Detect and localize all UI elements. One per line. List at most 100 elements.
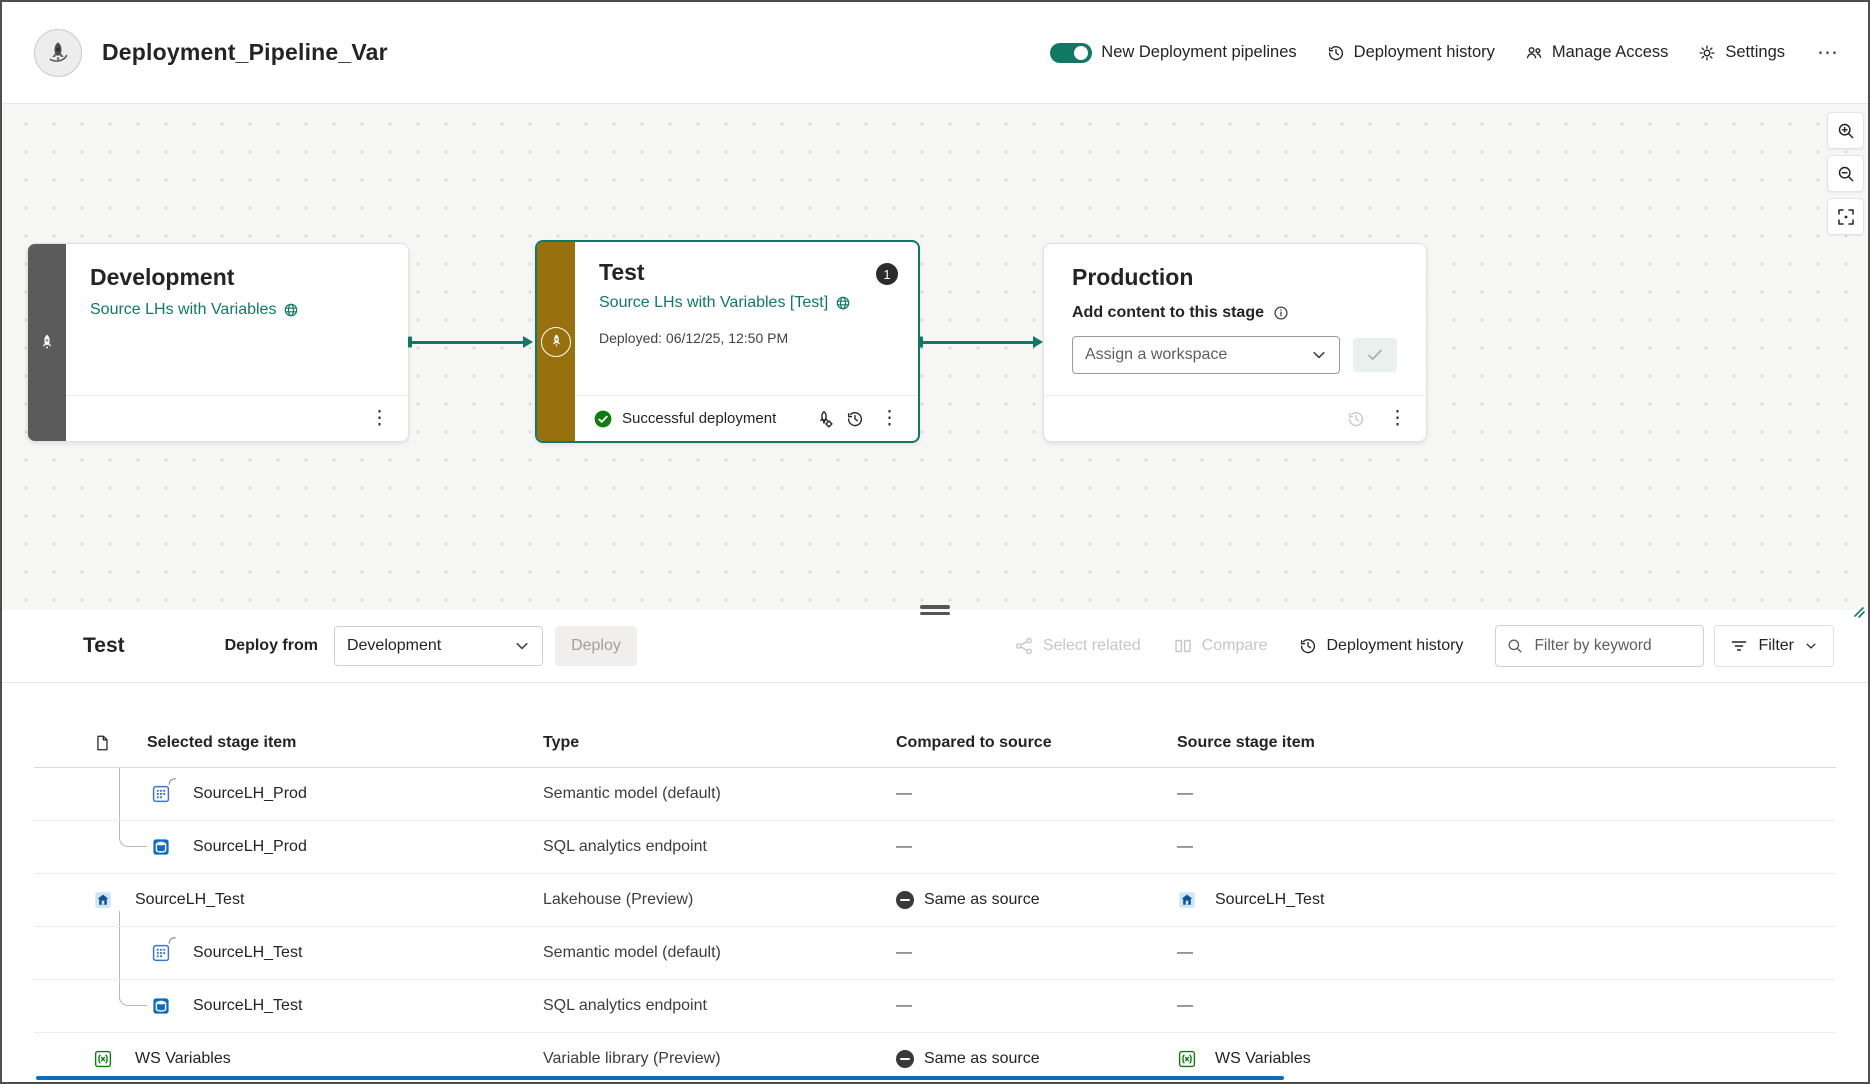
table-row[interactable]: SourceLH_Test Semantic model (default) —… [34, 927, 1836, 980]
item-name: SourceLH_Prod [193, 838, 307, 855]
workspace-link[interactable]: Source LHs with Variables [90, 301, 299, 319]
item-type: SQL analytics endpoint [543, 997, 707, 1014]
zoom-in-button[interactable] [1827, 112, 1864, 149]
item-name: SourceLH_Test [135, 891, 245, 908]
lakehouse-icon [93, 890, 115, 910]
item-type: Lakehouse (Preview) [543, 891, 694, 908]
item-name: WS Variables [135, 1050, 231, 1067]
tree-connector [119, 911, 121, 926]
history-icon [1348, 411, 1364, 426]
column-header[interactable]: Selected stage item [147, 734, 296, 752]
tree-connector [119, 821, 147, 847]
filter-keyword-input[interactable] [1532, 636, 1694, 656]
deployment-rules-button[interactable] [809, 404, 839, 434]
item-count-badge: 1 [876, 263, 898, 285]
compared-value: — [896, 785, 912, 802]
default-marker-icon [168, 936, 177, 945]
column-header[interactable]: Type [543, 734, 896, 752]
compared-value: — [896, 997, 912, 1014]
compared-value: — [896, 838, 912, 855]
add-content-label: Add content to this stage [1072, 304, 1264, 321]
stage-panel-title: Test [83, 634, 125, 657]
variable-library-icon [1177, 1049, 1199, 1069]
filter-label: Filter [1758, 637, 1794, 654]
tree-connector [119, 980, 147, 1006]
stage-history-button[interactable] [841, 405, 869, 433]
document-icon [97, 735, 108, 751]
app-window: Deployment_Pipeline_Var New Deployment p… [0, 0, 1870, 1084]
workspace-link[interactable]: Source LHs with Variables [Test] [599, 294, 851, 312]
filter-button[interactable]: Filter [1714, 625, 1834, 667]
pipeline-canvas: Development Source LHs with Variables ⋮ [2, 104, 1868, 618]
column-header[interactable]: Source stage item [1177, 734, 1836, 752]
settings-button[interactable]: Settings [1698, 43, 1785, 62]
resize-corner-icon[interactable] [1852, 605, 1866, 619]
compare-button[interactable]: Compare [1173, 636, 1268, 656]
stage-more-button[interactable]: ⋮ [1379, 405, 1416, 432]
zoom-out-icon [1838, 166, 1853, 181]
rocket-icon [42, 334, 52, 349]
zoom-out-button[interactable] [1827, 155, 1864, 192]
more-options-button[interactable]: ⋯ [1815, 42, 1840, 63]
deployment-history-panel-label: Deployment history [1326, 637, 1464, 654]
compare-label: Compare [1201, 637, 1268, 654]
stage-more-button[interactable]: ⋮ [361, 405, 398, 432]
item-type: Semantic model (default) [543, 785, 721, 802]
manage-access-label: Manage Access [1551, 43, 1669, 61]
tree-connector [119, 768, 121, 820]
compared-value: Same as source [924, 1050, 1040, 1067]
deploy-from-label: Deploy from [224, 637, 318, 654]
deployment-status: Successful deployment [593, 409, 776, 429]
select-related-button[interactable]: Select related [1014, 636, 1141, 656]
select-related-label: Select related [1042, 637, 1141, 654]
deploy-rules-icon [820, 410, 833, 428]
zoom-in-icon [1838, 123, 1853, 138]
deploy-from-select[interactable]: Development [333, 626, 543, 666]
pipeline-title: Deployment_Pipeline_Var [102, 39, 388, 65]
stage-more-button[interactable]: ⋮ [871, 405, 908, 432]
settings-label: Settings [1725, 43, 1785, 61]
variable-library-icon [93, 1049, 115, 1069]
source-value: — [1177, 997, 1193, 1014]
table-row[interactable]: SourceLH_Prod Semantic model (default) —… [34, 768, 1836, 821]
deployment-history-panel-button[interactable]: Deployment history [1299, 637, 1463, 655]
item-name: SourceLH_Test [193, 944, 303, 961]
same-as-source-icon [896, 891, 914, 909]
deploy-button[interactable]: Deploy [554, 626, 637, 666]
panel-resize-handle[interactable] [920, 605, 950, 615]
success-check-icon [594, 410, 612, 427]
horizontal-scrollbar[interactable] [36, 1075, 1284, 1080]
info-icon [1274, 306, 1288, 320]
stage-items-table: Selected stage item Type Compared to sou… [34, 683, 1836, 1082]
new-pipelines-toggle[interactable]: New Deployment pipelines [1050, 42, 1297, 63]
item-name: SourceLH_Test [193, 997, 303, 1014]
confirm-assign-button[interactable] [1353, 338, 1397, 372]
pipeline-header: Deployment_Pipeline_Var New Deployment p… [2, 2, 1868, 104]
column-header[interactable]: Compared to source [896, 734, 1177, 752]
toolbar-right-group: Select related Compare Deployment histor… [1014, 625, 1834, 667]
history-icon [1328, 45, 1343, 60]
deployment-status-label: Successful deployment [622, 410, 777, 427]
table-row[interactable]: SourceLH_Test SQL analytics endpoint — — [34, 980, 1836, 1033]
stage-history-button[interactable] [1342, 405, 1370, 433]
item-type: Semantic model (default) [543, 944, 721, 961]
toggle-switch-icon[interactable] [1050, 42, 1093, 63]
filter-keyword-search [1495, 625, 1705, 667]
rocket-ring-icon [541, 326, 571, 357]
rocket-icon [552, 334, 560, 347]
source-value: — [1177, 944, 1193, 961]
source-value: WS Variables [1215, 1050, 1311, 1067]
stage-title: Test [599, 259, 645, 285]
table-row[interactable]: SourceLH_Prod SQL analytics endpoint — — [34, 821, 1836, 874]
header-actions: New Deployment pipelines Deployment hist… [1050, 42, 1840, 63]
stage-card-test: Test 1 Source LHs with Variables [Test] … [535, 240, 920, 443]
deployed-timestamp: Deployed: 06/12/25, 12:50 PM [599, 330, 789, 346]
table-row[interactable]: SourceLH_Test Lakehouse (Preview) Same a… [34, 874, 1836, 927]
compare-icon [1174, 639, 1191, 653]
manage-access-button[interactable]: Manage Access [1525, 43, 1668, 62]
deploy-from-value: Development [346, 637, 442, 654]
default-marker-icon [168, 777, 177, 786]
deployment-history-button[interactable]: Deployment history [1327, 43, 1495, 62]
assign-workspace-select[interactable]: Assign a workspace [1072, 336, 1340, 374]
fit-to-screen-button[interactable] [1827, 198, 1864, 235]
